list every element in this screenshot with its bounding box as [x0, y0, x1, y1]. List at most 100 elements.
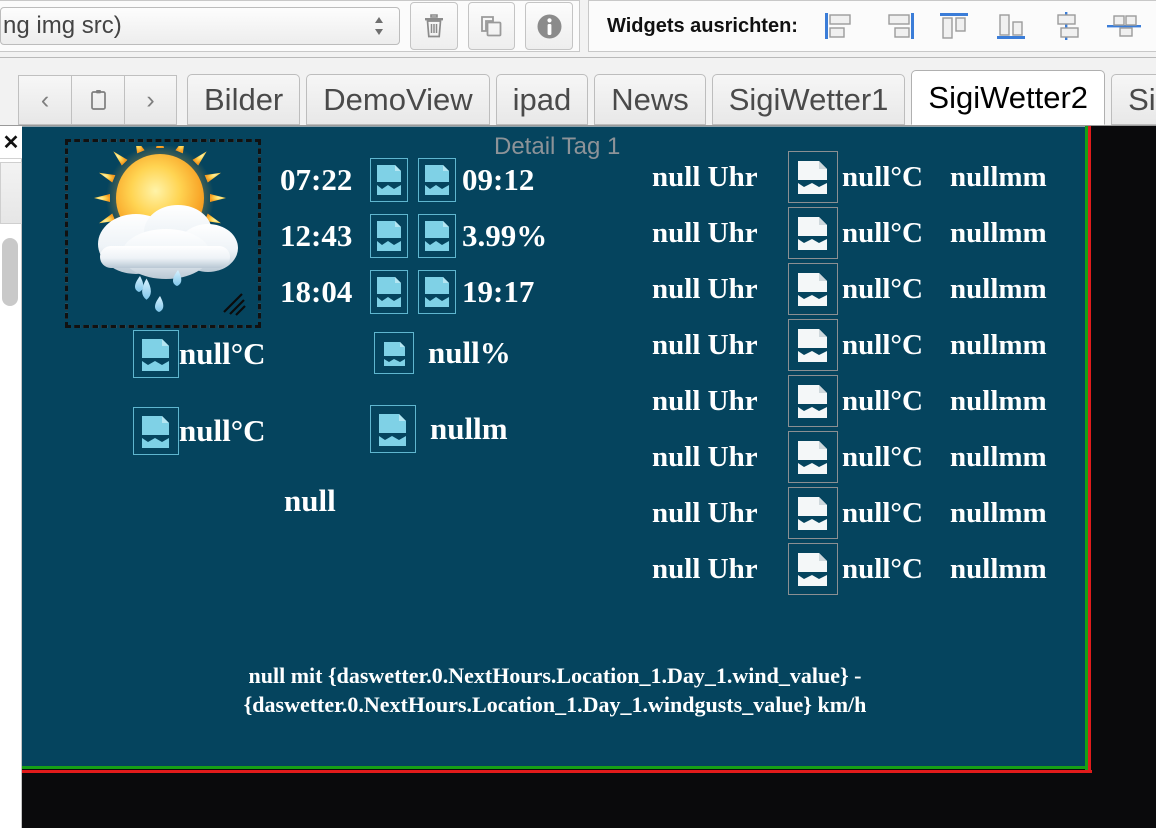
align-right-icon [888, 13, 914, 39]
clipboard-icon [90, 90, 106, 110]
chevron-left-icon: ‹ [40, 85, 50, 114]
align-top-button[interactable] [933, 7, 976, 45]
hour-precipitation: nullmm [950, 216, 1047, 249]
wind-line-1: null mit {daswetter.0.NextHours.Location… [248, 663, 862, 688]
moon-phase-percent: 3.99% [462, 218, 548, 253]
align-bottom-button[interactable] [989, 7, 1032, 45]
panel-control-box[interactable] [0, 162, 22, 224]
broken-image-glyph [798, 497, 827, 530]
image-source-select[interactable]: ng img src) [0, 7, 400, 45]
tab-sigiwetter2[interactable]: SigiWetter2 [911, 70, 1106, 125]
broken-image-icon [788, 487, 838, 539]
broken-image-icon [788, 263, 838, 315]
hour-time: null Uhr [652, 272, 758, 305]
tab-ipad[interactable]: ipad [495, 74, 589, 125]
top-toolbar: ng img src) Widgets ausrichten: [0, 0, 1156, 58]
chevron-updown-icon [373, 15, 385, 37]
hourly-row: null Uhr null°C nullmm [652, 485, 1047, 541]
broken-image-icon [788, 151, 838, 203]
broken-image-icon [788, 319, 838, 371]
broken-image-glyph [379, 414, 406, 446]
wind-summary: null mit {daswetter.0.NextHours.Location… [22, 661, 1088, 719]
hourly-row: null Uhr null°C nullmm [652, 429, 1047, 485]
stat-value: nullm [430, 411, 508, 446]
broken-image-icon [418, 158, 456, 202]
wind-line-2: {daswetter.0.NextHours.Location_1.Day_1.… [243, 692, 867, 717]
align-center-horizontal-button[interactable] [1102, 7, 1145, 45]
broken-image-icon [133, 330, 179, 378]
hour-precipitation: nullmm [950, 328, 1047, 361]
view-tabbar: ‹ › Bilder DemoView ipad News SigiWetter… [0, 58, 1156, 126]
hour-time: null Uhr [652, 160, 758, 193]
broken-image-glyph [384, 342, 405, 366]
weather-image-widget[interactable] [65, 139, 261, 328]
view-guide-green-horizontal [22, 766, 1088, 769]
delete-button[interactable] [410, 2, 458, 50]
hourly-row: null Uhr null°C nullmm [652, 149, 1047, 205]
hour-temperature: null°C [842, 552, 923, 585]
broken-image-glyph [425, 165, 449, 195]
tab-demoview[interactable]: DemoView [306, 74, 490, 125]
broken-image-glyph [377, 221, 401, 251]
sun-behind-cloud-with-rain-icon [94, 146, 246, 316]
noon-time: 12:43 [280, 218, 353, 253]
broken-image-icon [788, 431, 838, 483]
info-button[interactable] [525, 2, 574, 50]
hourly-row: null Uhr null°C nullmm [652, 205, 1047, 261]
panel-close-button[interactable]: ✕ [0, 126, 22, 159]
hour-time: null Uhr [652, 216, 758, 249]
broken-image-glyph [425, 277, 449, 307]
broken-image-glyph [377, 165, 401, 195]
broken-image-glyph [798, 441, 827, 474]
hour-precipitation: nullmm [950, 496, 1047, 529]
tab-sigiwetter3[interactable]: Sig [1111, 74, 1156, 125]
align-right-button[interactable] [876, 7, 919, 45]
tab-news[interactable]: News [594, 74, 706, 125]
view-guide-red-vertical [1088, 126, 1091, 772]
info-icon [537, 14, 562, 38]
tab-label: DemoView [323, 81, 473, 117]
broken-image-glyph [798, 385, 827, 418]
stat-precipitation: nullm [370, 405, 508, 453]
hour-temperature: null°C [842, 216, 923, 249]
tab-sigiwetter1[interactable]: SigiWetter1 [711, 74, 906, 125]
sun-times-group: 07:22 09:12 12:43 3.99% 18:04 19:17 [280, 152, 547, 320]
hour-temperature: null°C [842, 496, 923, 529]
broken-image-glyph [142, 416, 169, 448]
broken-image-icon [788, 543, 838, 595]
night-time: 19:17 [462, 274, 535, 309]
close-icon: ✕ [2, 131, 20, 154]
hour-precipitation: nullmm [950, 440, 1047, 473]
sun-row: 18:04 19:17 [280, 264, 547, 320]
tab-nav-forward-button[interactable]: › [124, 75, 177, 125]
stat-humidity: null% [374, 332, 511, 374]
panel-scrollbar-thumb[interactable] [2, 238, 18, 306]
align-toolbar: Widgets ausrichten: [588, 0, 1156, 52]
widget-canvas[interactable]: Detail Tag 1 07:22 09:12 12:43 3.99% 18:… [22, 126, 1088, 766]
duplicate-button[interactable] [467, 2, 516, 50]
tab-label: Sig [1128, 81, 1156, 117]
hour-time: null Uhr [652, 328, 758, 361]
tab-bilder[interactable]: Bilder [187, 74, 301, 125]
align-top-icon [940, 13, 969, 39]
hour-precipitation: nullmm [950, 384, 1047, 417]
left-panel-strip: ✕ [0, 126, 22, 828]
broken-image-glyph [377, 277, 401, 307]
align-center-vertical-button[interactable] [1046, 7, 1089, 45]
broken-image-glyph [798, 329, 827, 362]
broken-image-icon [370, 270, 408, 314]
broken-image-icon [370, 158, 408, 202]
broken-image-glyph [142, 339, 169, 371]
sun-row: 12:43 3.99% [280, 208, 547, 264]
tab-clipboard-button[interactable] [71, 75, 124, 125]
trash-icon [424, 14, 443, 38]
broken-image-glyph [798, 161, 827, 194]
tab-nav-back-button[interactable]: ‹ [18, 75, 71, 125]
broken-image-icon [370, 405, 416, 453]
broken-image-glyph [798, 553, 827, 586]
broken-image-glyph [425, 221, 449, 251]
hour-temperature: null°C [842, 160, 923, 193]
view-guide-red-horizontal [22, 770, 1092, 773]
tab-label: SigiWetter1 [728, 81, 889, 117]
align-left-button[interactable] [820, 7, 863, 45]
